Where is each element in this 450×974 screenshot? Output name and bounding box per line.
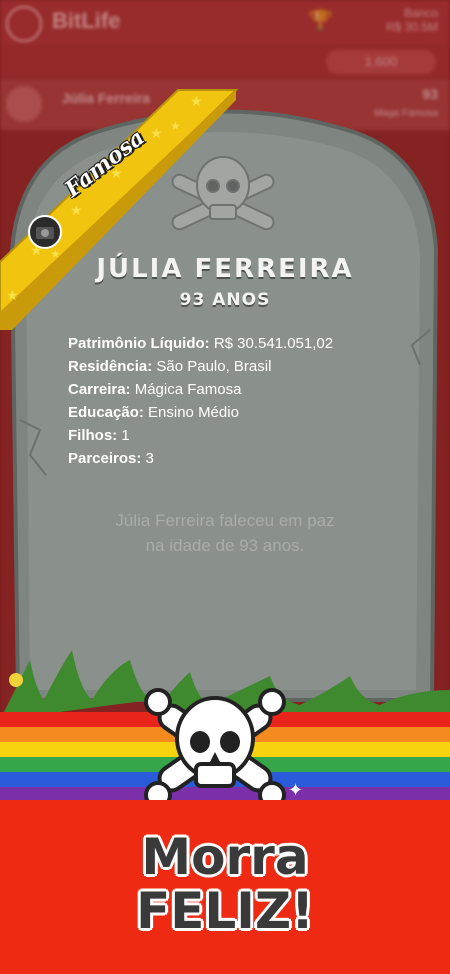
sparkle-icon: ✦ [288,780,303,800]
life-facts: Patrimônio Líquido: R$ 30.541.051,02 Res… [68,332,408,470]
fact-net-worth: Patrimônio Líquido: R$ 30.541.051,02 [68,335,334,352]
svg-text:★: ★ [150,125,163,141]
promo-headline: Morra FELIZ! [136,828,314,940]
deceased-name: JÚLIA FERREIRA [96,254,354,284]
fact-career: Carreira: Mágica Famosa [68,381,242,398]
fact-residence: Residência: São Paulo, Brasil [68,358,272,375]
fact-education: Educação: Ensino Médio [68,404,239,421]
fact-partners: Parceiros: 3 [68,450,154,467]
deceased-age: 93 ANOS [179,290,271,310]
svg-text:★: ★ [170,119,181,133]
epitaph: Júlia Ferreira faleceu em paz na idade d… [115,511,335,555]
svg-text:★: ★ [70,202,83,218]
fact-children: Filhos: 1 [68,427,130,444]
svg-text:★: ★ [190,93,203,109]
